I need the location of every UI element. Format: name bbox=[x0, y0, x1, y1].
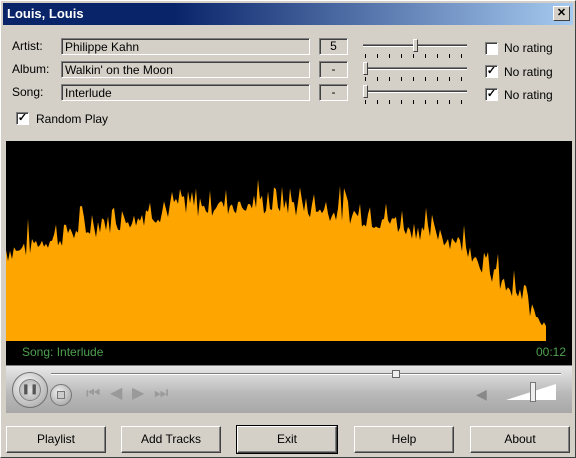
volume-thumb[interactable] bbox=[530, 382, 536, 402]
stop-button[interactable] bbox=[50, 384, 72, 406]
album-no-rating-checkbox[interactable]: ✓ bbox=[485, 65, 498, 78]
title-bar[interactable]: Louis, Louis ✕ bbox=[3, 3, 573, 25]
slider-track bbox=[363, 90, 467, 93]
next-track-button[interactable]: ⏭ bbox=[154, 386, 168, 402]
song-rating-slider[interactable] bbox=[363, 85, 467, 105]
slider-ticks bbox=[365, 77, 465, 81]
artist-rating-slider[interactable] bbox=[363, 39, 467, 59]
about-button[interactable]: About bbox=[470, 426, 570, 453]
song-no-rating-checkbox[interactable]: ✓ bbox=[485, 88, 498, 101]
forward-button[interactable]: ▶ bbox=[132, 386, 144, 402]
album-rating-value: - bbox=[319, 61, 348, 78]
exit-button[interactable]: Exit bbox=[236, 425, 338, 454]
slider-track bbox=[363, 67, 467, 70]
slider-ticks bbox=[365, 100, 465, 104]
slider-ticks bbox=[365, 54, 465, 58]
random-play-label: Random Play bbox=[36, 112, 109, 126]
artist-label: Artist: bbox=[12, 39, 43, 53]
stop-icon bbox=[57, 391, 65, 399]
artist-no-rating-checkbox[interactable] bbox=[485, 42, 498, 55]
transport-bar: ❚❚ ⏮ ◀ ▶ ⏭ ◀ bbox=[6, 365, 572, 413]
song-label: Song: bbox=[12, 85, 44, 99]
elapsed-time: 00:12 bbox=[535, 345, 566, 359]
rewind-button[interactable]: ◀ bbox=[110, 386, 122, 402]
artist-rating-value: 5 bbox=[319, 38, 348, 55]
slider-thumb[interactable] bbox=[413, 39, 418, 52]
visualizer-panel: Song: Interlude 00:12 bbox=[6, 141, 572, 365]
album-label: Album: bbox=[12, 62, 50, 76]
close-button[interactable]: ✕ bbox=[553, 6, 570, 21]
album-field: Walkin' on the Moon bbox=[61, 61, 310, 78]
help-button[interactable]: Help bbox=[354, 426, 454, 453]
random-play-checkbox[interactable]: ✓ bbox=[16, 112, 29, 125]
playlist-button[interactable]: Playlist bbox=[6, 426, 106, 453]
slider-thumb[interactable] bbox=[363, 62, 368, 75]
song-rating-value: - bbox=[319, 84, 348, 101]
pause-icon: ❚❚ bbox=[19, 379, 41, 401]
seek-bar[interactable] bbox=[51, 370, 561, 378]
album-rating-slider[interactable] bbox=[363, 62, 467, 82]
speaker-icon[interactable]: ◀ bbox=[476, 386, 487, 403]
song-no-rating-label: No rating bbox=[504, 88, 553, 102]
player-window: Louis, Louis ✕ Artist: Philippe Kahn 5 N… bbox=[0, 0, 576, 458]
artist-field: Philippe Kahn bbox=[61, 38, 310, 55]
waveform-visualizer bbox=[6, 179, 546, 341]
previous-track-button[interactable]: ⏮ bbox=[86, 386, 100, 402]
add-tracks-button[interactable]: Add Tracks bbox=[121, 426, 221, 453]
pause-button[interactable]: ❚❚ bbox=[12, 372, 48, 408]
now-playing-text: Song: Interlude bbox=[22, 345, 104, 359]
seek-thumb[interactable] bbox=[392, 370, 400, 378]
album-no-rating-label: No rating bbox=[504, 65, 553, 79]
artist-no-rating-label: No rating bbox=[504, 41, 553, 55]
slider-thumb[interactable] bbox=[363, 85, 368, 98]
window-title: Louis, Louis bbox=[7, 6, 84, 21]
song-field: Interlude bbox=[61, 84, 310, 101]
